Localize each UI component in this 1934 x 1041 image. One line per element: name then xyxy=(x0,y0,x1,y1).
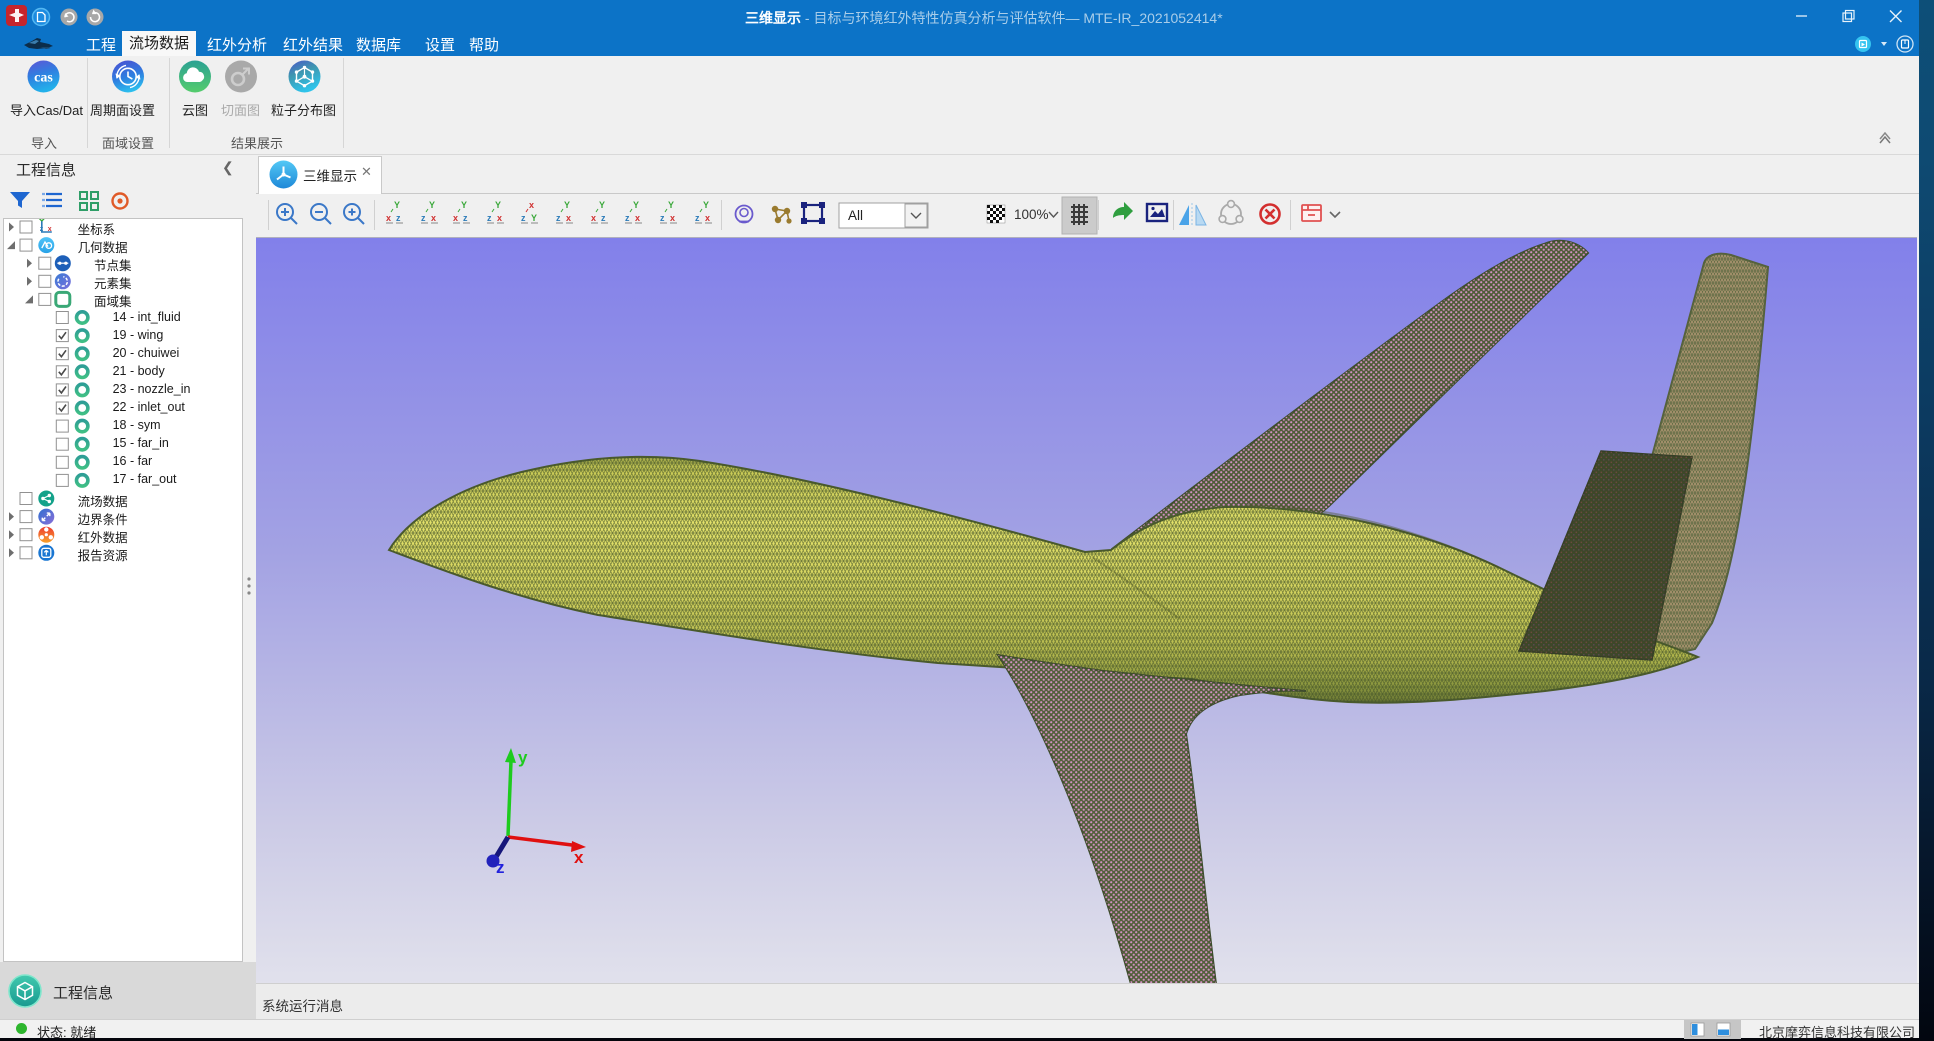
svg-text:cas: cas xyxy=(34,71,53,86)
svg-text:Y: Y xyxy=(394,200,400,210)
svg-text:Y: Y xyxy=(495,200,501,210)
svg-text:Y: Y xyxy=(564,200,570,210)
svg-text:y: y xyxy=(518,748,528,767)
svg-text:Y: Y xyxy=(703,200,709,210)
svg-text:x: x xyxy=(497,213,502,223)
svg-text:z: z xyxy=(625,213,630,223)
svg-text:Y: Y xyxy=(531,213,537,223)
svg-text:x: x xyxy=(635,213,640,223)
svg-text:x: x xyxy=(453,213,458,223)
svg-text:Y: Y xyxy=(429,200,435,210)
svg-text:z: z xyxy=(601,213,606,223)
svg-text:x: x xyxy=(705,213,710,223)
svg-text:x: x xyxy=(566,213,571,223)
svg-text:x: x xyxy=(574,848,584,867)
svg-text:z: z xyxy=(556,213,561,223)
svg-text:Y: Y xyxy=(599,200,605,210)
svg-text:Y: Y xyxy=(461,200,467,210)
svg-text:z: z xyxy=(695,213,700,223)
svg-text:Y: Y xyxy=(633,200,639,210)
svg-text:z: z xyxy=(660,213,665,223)
svg-text:x: x xyxy=(48,226,52,233)
svg-text:z: z xyxy=(487,213,492,223)
svg-text:z: z xyxy=(463,213,468,223)
svg-text:z: z xyxy=(421,213,426,223)
svg-text:Y: Y xyxy=(668,200,674,210)
svg-text:x: x xyxy=(591,213,596,223)
svg-text:100%: 100% xyxy=(1014,207,1049,222)
svg-text:All: All xyxy=(848,208,863,223)
svg-text:z: z xyxy=(496,858,505,877)
svg-text:z: z xyxy=(521,213,526,223)
svg-text:z: z xyxy=(40,226,44,233)
svg-text:x: x xyxy=(431,213,436,223)
svg-text:x: x xyxy=(529,200,534,210)
svg-text:x: x xyxy=(386,213,391,223)
svg-text:x: x xyxy=(670,213,675,223)
svg-text:z: z xyxy=(396,213,401,223)
